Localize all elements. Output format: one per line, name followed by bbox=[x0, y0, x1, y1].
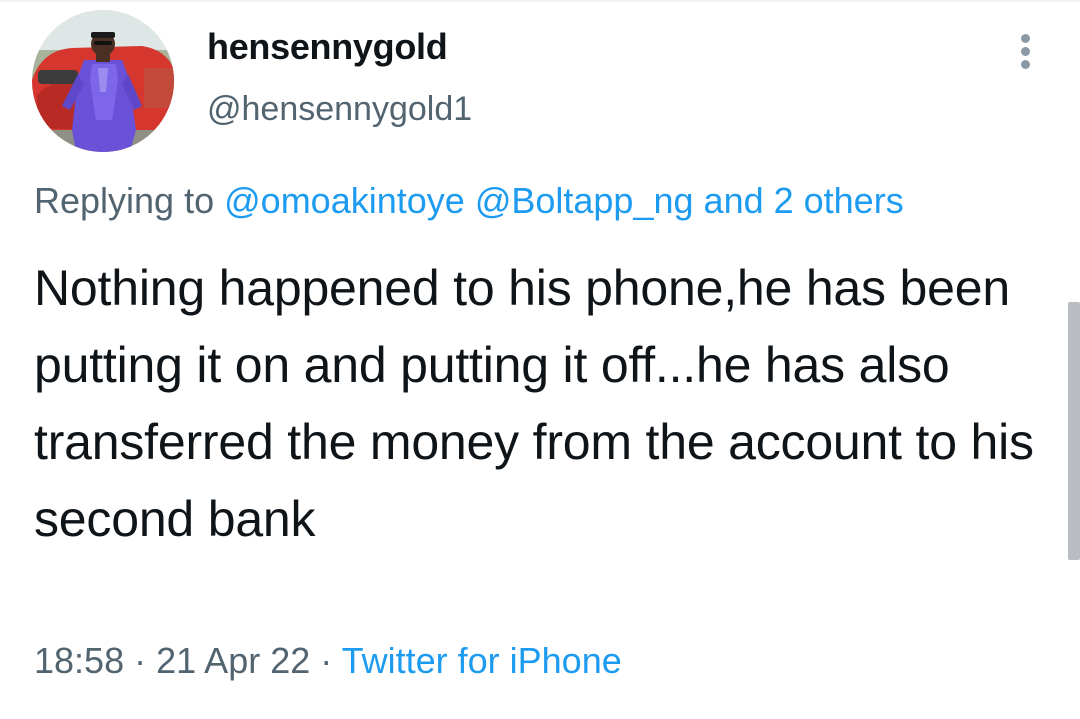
avatar-photo bbox=[32, 10, 174, 152]
more-options-button[interactable] bbox=[1008, 28, 1044, 72]
replying-to: Replying to @omoakintoye @Boltapp_ng and… bbox=[34, 180, 904, 222]
top-divider bbox=[0, 0, 1080, 2]
meta-separator: · bbox=[320, 640, 333, 681]
user-handle[interactable]: @hensennygold1 bbox=[207, 90, 472, 129]
tweet-text: Nothing happened to his phone,he has bee… bbox=[34, 260, 1034, 547]
tweet-time[interactable]: 18:58 bbox=[34, 640, 124, 681]
meta-separator: · bbox=[134, 640, 147, 681]
scrollbar[interactable] bbox=[1068, 302, 1080, 560]
tweet-source-link[interactable]: Twitter for iPhone bbox=[342, 640, 622, 681]
display-name[interactable]: hensennygold bbox=[207, 26, 448, 68]
mention-link-omoakintoye[interactable]: @omoakintoye bbox=[224, 180, 465, 221]
more-vertical-icon-dot bbox=[1021, 47, 1030, 56]
more-vertical-icon-dot bbox=[1021, 60, 1030, 69]
mention-link-boltapp[interactable]: @Boltapp_ng bbox=[475, 180, 694, 221]
replying-to-label: Replying to bbox=[34, 180, 215, 221]
others-link[interactable]: and 2 others bbox=[704, 180, 904, 221]
tweet-meta: 18:58 · 21 Apr 22 · Twitter for iPhone bbox=[34, 640, 622, 682]
avatar[interactable] bbox=[32, 10, 174, 152]
tweet-detail: hensennygold @hensennygold1 Replying to … bbox=[0, 0, 1080, 719]
more-vertical-icon bbox=[1021, 34, 1030, 43]
tweet-date[interactable]: 21 Apr 22 bbox=[156, 640, 310, 681]
